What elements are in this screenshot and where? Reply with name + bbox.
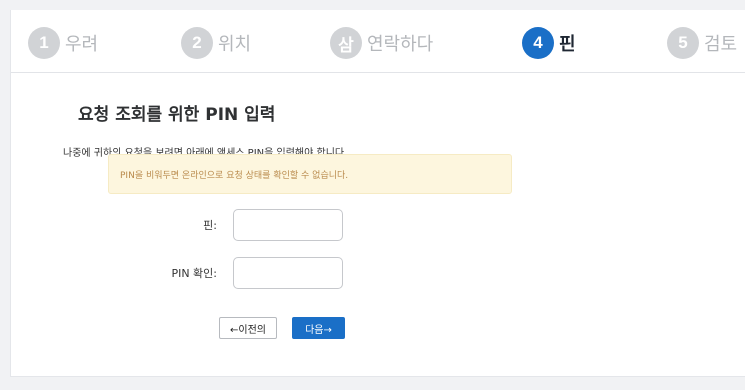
step-2: 2 위치 — [181, 27, 251, 59]
pin-row: 핀: — [11, 209, 343, 241]
step-1-label: 우려 — [65, 34, 99, 55]
step-1: 1 우려 — [28, 27, 98, 59]
pin-warning-text: PIN을 비워두면 온라인으로 요청 상태를 확인할 수 없습니다. — [120, 170, 349, 181]
step-2-number: 2 — [181, 27, 213, 59]
navigation-buttons: ←이전의 다음→ — [219, 317, 345, 339]
step-5: 5 검토 — [667, 27, 737, 59]
pin-label: 핀: — [203, 219, 217, 232]
pin-confirm-input[interactable] — [233, 257, 343, 289]
page-title: 요청 조회를 위한 PIN 입력 — [78, 105, 276, 125]
step-3: 삼 연락하다 — [330, 27, 433, 59]
pin-confirm-row: PIN 확인: — [11, 257, 343, 289]
wizard-panel: 1 우려 2 위치 삼 연락하다 4 핀 5 검토 요청 조회를 위한 PIN … — [10, 10, 745, 377]
step-4-label: 핀 — [559, 34, 576, 55]
next-button[interactable]: 다음→ — [292, 317, 345, 339]
step-1-number: 1 — [28, 27, 60, 59]
pin-confirm-label: PIN 확인: — [171, 267, 217, 280]
step-3-number: 삼 — [330, 27, 362, 59]
step-5-label: 검토 — [704, 34, 738, 55]
previous-button[interactable]: ←이전의 — [219, 317, 277, 339]
step-indicator: 1 우려 2 위치 삼 연락하다 4 핀 5 검토 — [11, 10, 745, 73]
step-5-number: 5 — [667, 27, 699, 59]
pin-input[interactable] — [233, 209, 343, 241]
pin-warning-alert: PIN을 비워두면 온라인으로 요청 상태를 확인할 수 없습니다. — [108, 154, 512, 194]
step-3-label: 연락하다 — [367, 34, 434, 55]
step-4-number: 4 — [522, 27, 554, 59]
step-4-current: 4 핀 — [522, 27, 576, 59]
step-2-label: 위치 — [218, 34, 252, 55]
